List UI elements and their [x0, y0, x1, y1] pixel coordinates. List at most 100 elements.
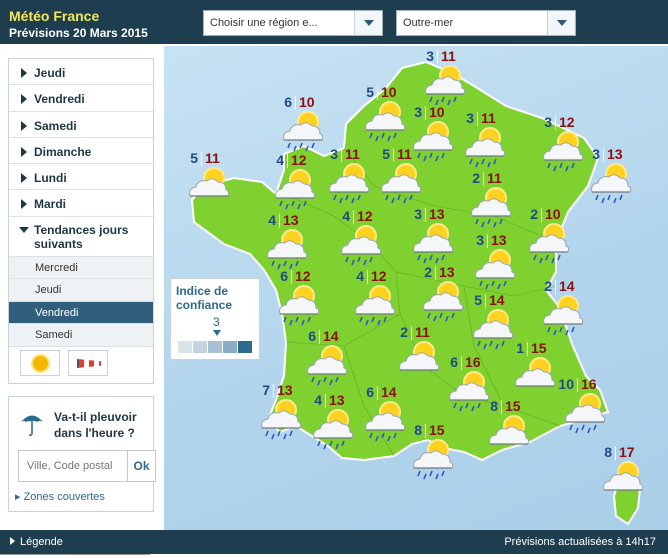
city-search-input[interactable]	[18, 450, 128, 482]
rain-question-line2: dans l'heure ?	[54, 426, 135, 440]
rain-widget: Va-t-il pleuvoir dans l'heure ? Ok ▸ Zon…	[8, 396, 156, 512]
max-temp: 11	[397, 146, 412, 162]
forecast-marker[interactable]: 4 13	[298, 392, 358, 452]
weather-layer-button[interactable]	[20, 350, 60, 376]
max-temp: 12	[371, 268, 387, 284]
forecast-marker[interactable]: 7 13	[246, 382, 306, 442]
max-temp: 14	[489, 292, 505, 308]
sidebar-item-samedi[interactable]: Samedi	[9, 112, 153, 138]
forecast-marker[interactable]: 8 17	[588, 444, 648, 504]
forecast-marker[interactable]: 6 10	[268, 94, 328, 154]
temp-separator	[353, 210, 354, 224]
min-temp: 1	[516, 340, 524, 356]
forecast-marker[interactable]: 3 13	[460, 232, 520, 292]
min-temp: 5	[474, 292, 482, 308]
ok-button[interactable]: Ok	[127, 450, 156, 482]
forecast-marker[interactable]: 4 13	[252, 212, 312, 272]
temp-separator	[393, 148, 394, 162]
confidence-marker-icon	[213, 330, 221, 336]
forecast-marker[interactable]: 3 13	[576, 146, 636, 206]
chevron-down-icon[interactable]	[354, 11, 382, 35]
confidence-scale-step	[178, 341, 192, 353]
max-temp: 16	[465, 354, 481, 370]
forecast-marker[interactable]: 3 13	[398, 206, 458, 266]
forecast-marker[interactable]: 6 14	[292, 328, 352, 388]
sun-cloud-icon	[482, 414, 534, 458]
temp-separator	[485, 294, 486, 308]
forecast-marker[interactable]: 2 10	[514, 206, 574, 266]
min-temp: 2	[544, 278, 552, 294]
max-temp: 11	[481, 110, 496, 126]
min-temp: 8	[604, 444, 612, 460]
min-temp: 3	[544, 114, 552, 130]
max-temp: 14	[381, 384, 397, 400]
legend-link[interactable]: Légende	[10, 536, 63, 548]
max-temp: 16	[581, 376, 597, 392]
temp-separator	[295, 96, 296, 110]
forecast-marker[interactable]: 4 12	[260, 152, 320, 212]
temp-separator	[425, 208, 426, 222]
confidence-scale-step	[223, 341, 237, 353]
confidence-scale-step	[208, 341, 222, 353]
forecast-marker[interactable]: 3 11	[450, 110, 510, 170]
subitem-samedi[interactable]: Samedi	[9, 324, 153, 347]
forecast-marker[interactable]: 8 15	[474, 398, 534, 458]
day-sidebar: Jeudi Vendredi Samedi Dimanche Lundi Mar…	[8, 58, 154, 384]
forecast-marker[interactable]: 10 16	[550, 376, 610, 436]
min-temp: 7	[262, 382, 270, 398]
max-temp: 13	[329, 392, 345, 408]
min-temp: 4	[356, 268, 364, 284]
temp-separator	[555, 280, 556, 294]
forecast-marker[interactable]: 5 11	[174, 150, 234, 210]
sun-cloud-rain-icon	[522, 222, 574, 266]
subitem-mercredi[interactable]: Mercredi	[9, 256, 153, 280]
sidebar-item-jeudi[interactable]: Jeudi	[9, 59, 153, 86]
min-temp: 3	[414, 206, 422, 222]
subitem-vendredi-active[interactable]: Vendredi	[9, 301, 153, 325]
zones-link[interactable]: ▸ Zones couvertes	[15, 490, 105, 503]
wind-layer-button[interactable]	[68, 350, 108, 376]
sidebar-item-tendances[interactable]: Tendances jours suivants	[9, 217, 153, 257]
forecast-marker[interactable]: 5 11	[366, 146, 426, 206]
max-temp: 13	[283, 212, 299, 228]
confidence-title-line2: confiance	[176, 298, 233, 312]
temp-separator	[319, 330, 320, 344]
forecast-marker[interactable]: 2 14	[528, 278, 588, 338]
chevron-down-icon[interactable]	[547, 11, 575, 35]
windsock-icon	[77, 359, 101, 368]
temp-separator	[501, 400, 502, 414]
subitem-jeudi[interactable]: Jeudi	[9, 279, 153, 302]
forecast-marker[interactable]: 6 12	[264, 268, 324, 328]
region-select[interactable]: Choisir une région e...	[203, 10, 383, 36]
header-bar: Météo France Prévisions 20 Mars 2015 Cho…	[0, 0, 668, 44]
forecast-marker[interactable]: 8 15	[398, 422, 458, 482]
max-temp: 10	[299, 94, 315, 110]
min-temp: 5	[382, 146, 390, 162]
sidebar-item-mardi[interactable]: Mardi	[9, 190, 153, 217]
max-temp: 15	[505, 398, 521, 414]
forecast-marker[interactable]: 4 12	[326, 208, 386, 268]
max-temp: 10	[381, 84, 397, 100]
temp-separator	[425, 424, 426, 438]
min-temp: 4	[314, 392, 322, 408]
temp-separator	[377, 386, 378, 400]
forecast-marker[interactable]: 3 11	[314, 146, 374, 206]
confidence-scale-step	[238, 341, 252, 353]
forecast-marker[interactable]: 4 12	[340, 268, 400, 328]
forecast-marker[interactable]: 2 11	[456, 170, 516, 230]
sidebar-item-dimanche[interactable]: Dimanche	[9, 138, 153, 165]
sun-cloud-rain-icon	[536, 294, 588, 338]
min-temp: 6	[308, 328, 316, 344]
sidebar-item-vendredi[interactable]: Vendredi	[9, 85, 153, 112]
sidebar-item-lundi[interactable]: Lundi	[9, 164, 153, 191]
sun-cloud-rain-icon	[406, 438, 458, 482]
sun-cloud-rain-icon	[272, 284, 324, 328]
zones-link-label[interactable]: Zones couvertes	[24, 491, 105, 503]
max-temp: 12	[357, 208, 373, 224]
min-temp: 6	[284, 94, 292, 110]
sun-cloud-icon	[596, 460, 648, 504]
min-temp: 3	[414, 104, 422, 120]
temp-separator	[555, 116, 556, 130]
forecast-marker[interactable]: 3 11	[410, 48, 470, 108]
outremer-select[interactable]: Outre-mer	[396, 10, 576, 36]
